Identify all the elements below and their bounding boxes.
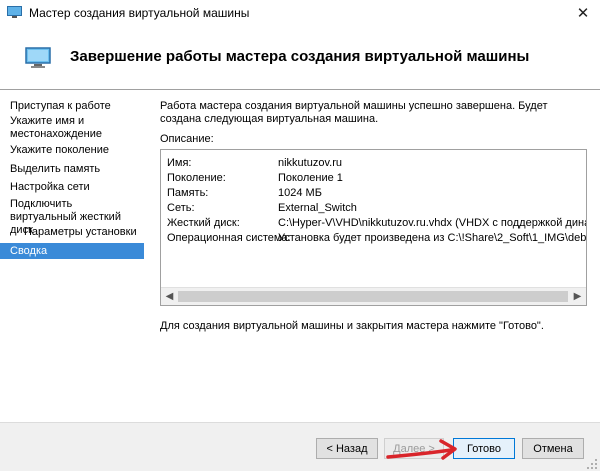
- cancel-button[interactable]: Отмена: [522, 438, 584, 459]
- description-label: Описание:: [160, 133, 214, 145]
- horizontal-scrollbar[interactable]: ◀ ▶: [161, 287, 586, 305]
- close-icon: ✕: [576, 5, 590, 22]
- sidebar-item-install-options[interactable]: Параметры установки: [0, 226, 144, 239]
- sidebar-item-generation[interactable]: Укажите поколение: [0, 144, 144, 157]
- wizard-steps-sidebar: Приступая к работе Укажите имя и местона…: [0, 90, 148, 422]
- scroll-left-icon[interactable]: ◀: [163, 290, 176, 303]
- summary-value: External_Switch: [278, 202, 357, 214]
- summary-value: C:\Hyper-V\VHD\nikkutuzov.ru.vhdx (VHDX …: [278, 217, 586, 229]
- summary-value: nikkutuzov.ru: [278, 157, 342, 169]
- window-title: Мастер создания виртуальной машины: [29, 6, 250, 20]
- summary-value: 1024 МБ: [278, 187, 322, 199]
- scrollbar-thumb[interactable]: [178, 291, 568, 302]
- monitor-icon: [25, 47, 51, 68]
- close-button[interactable]: ✕: [566, 0, 600, 26]
- scroll-right-icon[interactable]: ▶: [571, 290, 584, 303]
- page-title: Завершение работы мастера создания вирту…: [70, 48, 530, 65]
- intro-text: Работа мастера создания виртуальной маши…: [160, 100, 548, 125]
- summary-key: Сеть:: [167, 202, 195, 214]
- summary-key: Имя:: [167, 157, 192, 169]
- resize-grip-icon[interactable]: [586, 458, 598, 470]
- sidebar-item-summary[interactable]: Сводка: [0, 243, 144, 259]
- summary-list[interactable]: Имя: nikkutuzov.ru Поколение: Поколение …: [160, 149, 587, 306]
- summary-key: Жесткий диск:: [167, 217, 240, 229]
- summary-key: Операционная система:: [167, 232, 291, 244]
- sidebar-item-getting-started[interactable]: Приступая к работе: [0, 100, 144, 113]
- summary-value: Поколение 1: [278, 172, 343, 184]
- summary-key: Поколение:: [167, 172, 226, 184]
- finish-instruction: Для создания виртуальной машины и закрыт…: [160, 320, 544, 332]
- sidebar-item-name-location[interactable]: Укажите имя и местонахождение: [0, 115, 130, 141]
- summary-value: Установка будет произведена из C:\!Share…: [278, 232, 587, 244]
- annotation-arrow-icon: [386, 439, 457, 460]
- summary-key: Память:: [167, 187, 209, 199]
- sidebar-item-network[interactable]: Настройка сети: [0, 181, 144, 194]
- sidebar-item-memory[interactable]: Выделить память: [0, 163, 144, 176]
- vm-monitor-icon: [7, 6, 22, 18]
- back-button[interactable]: < Назад: [316, 438, 378, 459]
